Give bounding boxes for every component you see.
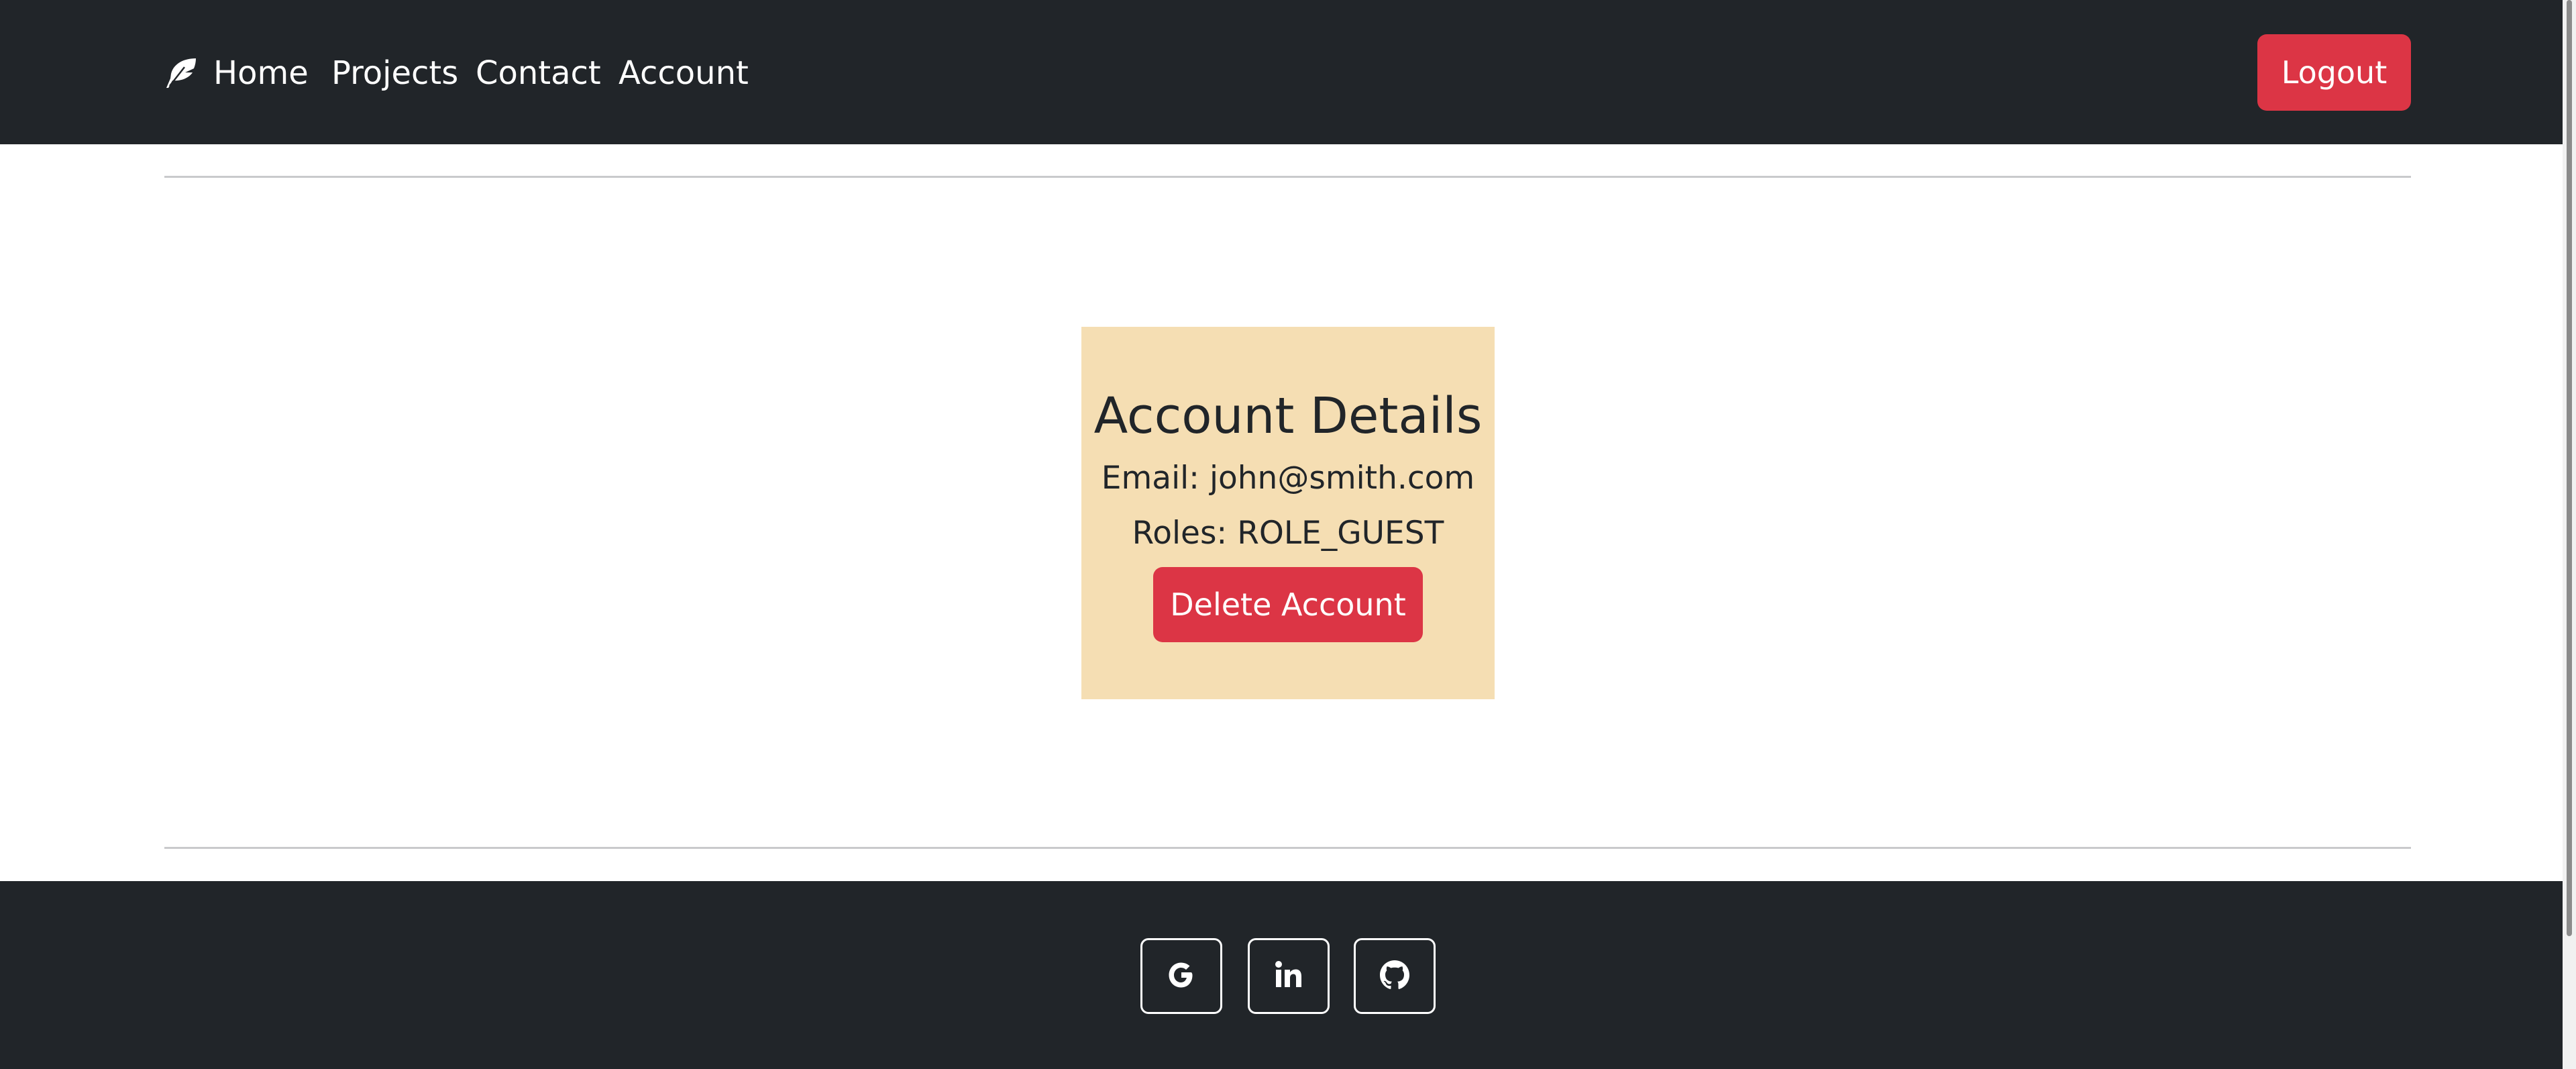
nav-link-projects[interactable]: Projects	[331, 51, 458, 95]
feather-icon[interactable]	[164, 56, 198, 90]
google-icon	[1164, 958, 1199, 995]
delete-account-button[interactable]: Delete Account	[1153, 567, 1423, 642]
github-icon	[1377, 958, 1412, 995]
nav-link-contact[interactable]: Contact	[476, 51, 601, 95]
nav-link-home[interactable]: Home	[213, 51, 309, 95]
page-scrollbar-thumb[interactable]	[2567, 0, 2572, 936]
top-divider	[164, 176, 2411, 178]
account-details-title: Account Details	[1093, 387, 1483, 445]
account-roles: Roles: ROLE_GUEST	[1132, 515, 1444, 552]
account-email: Email: john@smith.com	[1101, 460, 1475, 497]
linkedin-link-button[interactable]	[1248, 938, 1330, 1014]
top-navbar: Home Projects Contact Account Logout	[0, 0, 2563, 144]
bottom-divider	[164, 847, 2411, 849]
google-link-button[interactable]	[1140, 938, 1222, 1014]
nav-link-account[interactable]: Account	[619, 51, 749, 95]
account-details-card: Account Details Email: john@smith.com Ro…	[1081, 327, 1495, 699]
github-link-button[interactable]	[1354, 938, 1436, 1014]
logout-button[interactable]: Logout	[2257, 34, 2411, 111]
linkedin-icon	[1271, 958, 1306, 995]
footer	[0, 881, 2563, 1069]
